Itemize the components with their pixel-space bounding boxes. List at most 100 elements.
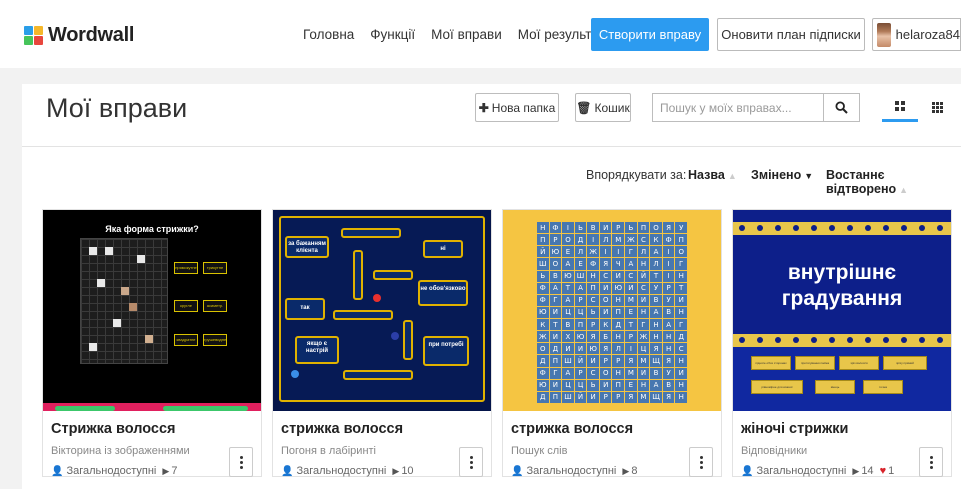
answer-tile: точна: [863, 380, 903, 394]
word-search-letter: Л: [574, 246, 587, 258]
word-search-letter: М: [625, 367, 637, 379]
card-title[interactable]: стрижка волосся: [511, 421, 633, 437]
word-search-letter: Ф: [537, 282, 549, 294]
word-search-letter: М: [637, 355, 650, 367]
word-search-letter: Г: [637, 319, 650, 331]
word-search-letter: Ю: [587, 343, 599, 355]
word-search-letter: В: [562, 319, 574, 331]
word-search-letter: Ю: [549, 246, 562, 258]
play-icon: ▶: [392, 465, 400, 476]
word-search-letter: А: [549, 282, 562, 294]
card-meta: 👤 Загальнодоступні ▶ 8: [511, 465, 637, 477]
activity-thumbnail[interactable]: за бажанням клієнта ні не обов'язково та…: [273, 210, 491, 411]
panel-header: Мої вправи ✚ Нова папка 🗑 Кошик Пошук у …: [22, 84, 961, 147]
wordwall-logo[interactable]: Wordwall: [24, 24, 134, 47]
new-folder-button[interactable]: ✚ Нова папка: [475, 93, 559, 122]
word-search-letter: Т: [625, 319, 637, 331]
word-search-letter: М: [625, 294, 637, 306]
card-title[interactable]: Стрижка волосся: [51, 421, 175, 437]
play-icon: ▶: [852, 465, 860, 476]
search-input[interactable]: Пошук у моїх вправах...: [652, 93, 824, 122]
word-search-letter: И: [675, 367, 687, 379]
word-search-letter: С: [637, 234, 650, 246]
activity-thumbnail[interactable]: НФІЬВИРЬПОЯУПРОДІЛМЖСКФПЙЮЕЛЖІІГЛАІОШОАЕ…: [503, 210, 721, 411]
activity-card[interactable]: Яка форма стрижки? прямокутне трикутне к…: [42, 209, 262, 477]
word-search-letter: У: [662, 367, 675, 379]
activity-card[interactable]: НФІЬВИРЬПОЯУПРОДІЛМЖСКФПЙЮЕЛЖІІГЛАІОШОАЕ…: [502, 209, 722, 477]
grid-small-icon: [931, 102, 943, 113]
word-search-letter: Н: [612, 294, 625, 306]
card-title[interactable]: жіночі стрижки: [741, 421, 848, 437]
sort-by-last-played[interactable]: Востаннє відтворено ▲: [826, 168, 961, 196]
nav-my-activities[interactable]: Мої вправи: [431, 27, 502, 42]
card-type: Погоня в лабіринті: [281, 445, 376, 457]
activity-card[interactable]: внутрішнє градування підняте обох сторон…: [732, 209, 952, 477]
more-options-button[interactable]: [229, 447, 253, 477]
word-search-letter: И: [637, 294, 650, 306]
word-search-letter: Ф: [587, 258, 599, 270]
search-button[interactable]: [824, 93, 860, 122]
word-search-letter: А: [562, 367, 574, 379]
activity-thumbnail[interactable]: внутрішнє градування підняте обох сторон…: [733, 210, 951, 411]
card-plays: 14: [861, 465, 874, 477]
sort-by-name[interactable]: Назва ▲: [688, 168, 737, 182]
word-search-letter: І: [587, 234, 599, 246]
word-search-letter: У: [662, 294, 675, 306]
word-search-letter: Ж: [537, 331, 549, 343]
trash-button[interactable]: 🗑 Кошик: [575, 93, 631, 122]
more-options-button[interactable]: [919, 447, 943, 477]
create-activity-button[interactable]: Створити вправу: [591, 18, 709, 51]
word-search-letter: Р: [599, 355, 612, 367]
word-search-letter: Ц: [637, 343, 650, 355]
card-title[interactable]: стрижка волосся: [281, 421, 403, 437]
word-search-letter: Р: [612, 391, 625, 403]
word-search-letter: С: [637, 282, 650, 294]
card-plays: 7: [171, 465, 178, 477]
avatar: [877, 22, 891, 47]
more-options-button[interactable]: [459, 447, 483, 477]
word-search-letter: И: [599, 282, 612, 294]
upgrade-plan-button[interactable]: Оновити план підписки: [717, 18, 865, 51]
word-search-letter: Е: [625, 306, 637, 319]
quiz-option: трикутне: [203, 262, 227, 274]
word-search-letter: П: [675, 234, 687, 246]
logo-icon: [24, 25, 44, 46]
word-search-letter: Я: [662, 355, 675, 367]
word-search-letter: Н: [675, 270, 687, 282]
activity-thumbnail[interactable]: Яка форма стрижки? прямокутне трикутне к…: [43, 210, 261, 411]
word-search-letter: Г: [625, 246, 637, 258]
word-search-letter: И: [599, 379, 612, 391]
play-icon: ▶: [622, 465, 630, 476]
word-search-letter: Т: [675, 282, 687, 294]
word-search-letter: Р: [574, 294, 587, 306]
nav-home[interactable]: Головна: [303, 27, 354, 42]
person-icon: 👤: [511, 465, 524, 477]
word-search-letter: П: [637, 222, 650, 234]
card-visibility: Загальнодоступні: [296, 465, 387, 477]
word-search-letter: У: [675, 222, 687, 234]
more-options-button[interactable]: [689, 447, 713, 477]
sort-by-modified[interactable]: Змінено ▼: [751, 168, 813, 182]
card-meta: 👤 Загальнодоступні ▶ 10: [281, 465, 414, 477]
word-search-letter: И: [549, 331, 562, 343]
card-type: Відповідники: [741, 445, 808, 457]
word-search-letter: Б: [599, 331, 612, 343]
word-search-letter: Я: [662, 391, 675, 403]
user-menu-button[interactable]: helaroza84: [872, 18, 961, 51]
nav-features[interactable]: Функції: [370, 27, 415, 42]
word-search-letter: П: [612, 379, 625, 391]
top-navigation: Wordwall Головна Функції Мої вправи Мої …: [0, 0, 961, 68]
page-title: Мої вправи: [46, 93, 188, 123]
small-grid-view-button[interactable]: [919, 93, 955, 122]
word-search-letter: А: [650, 306, 662, 319]
word-search-letter: А: [662, 319, 675, 331]
word-search-letter: Р: [662, 282, 675, 294]
thumb-image: [80, 238, 168, 364]
card-likes: 1: [888, 465, 895, 477]
word-search-letter: К: [599, 319, 612, 331]
large-grid-view-button[interactable]: [882, 93, 918, 122]
word-search-letter: Ц: [562, 306, 574, 319]
activity-card[interactable]: за бажанням клієнта ні не обов'язково та…: [272, 209, 492, 477]
answer-tile: кінець: [815, 380, 855, 394]
answer-tile: зріз волосся: [839, 356, 879, 370]
